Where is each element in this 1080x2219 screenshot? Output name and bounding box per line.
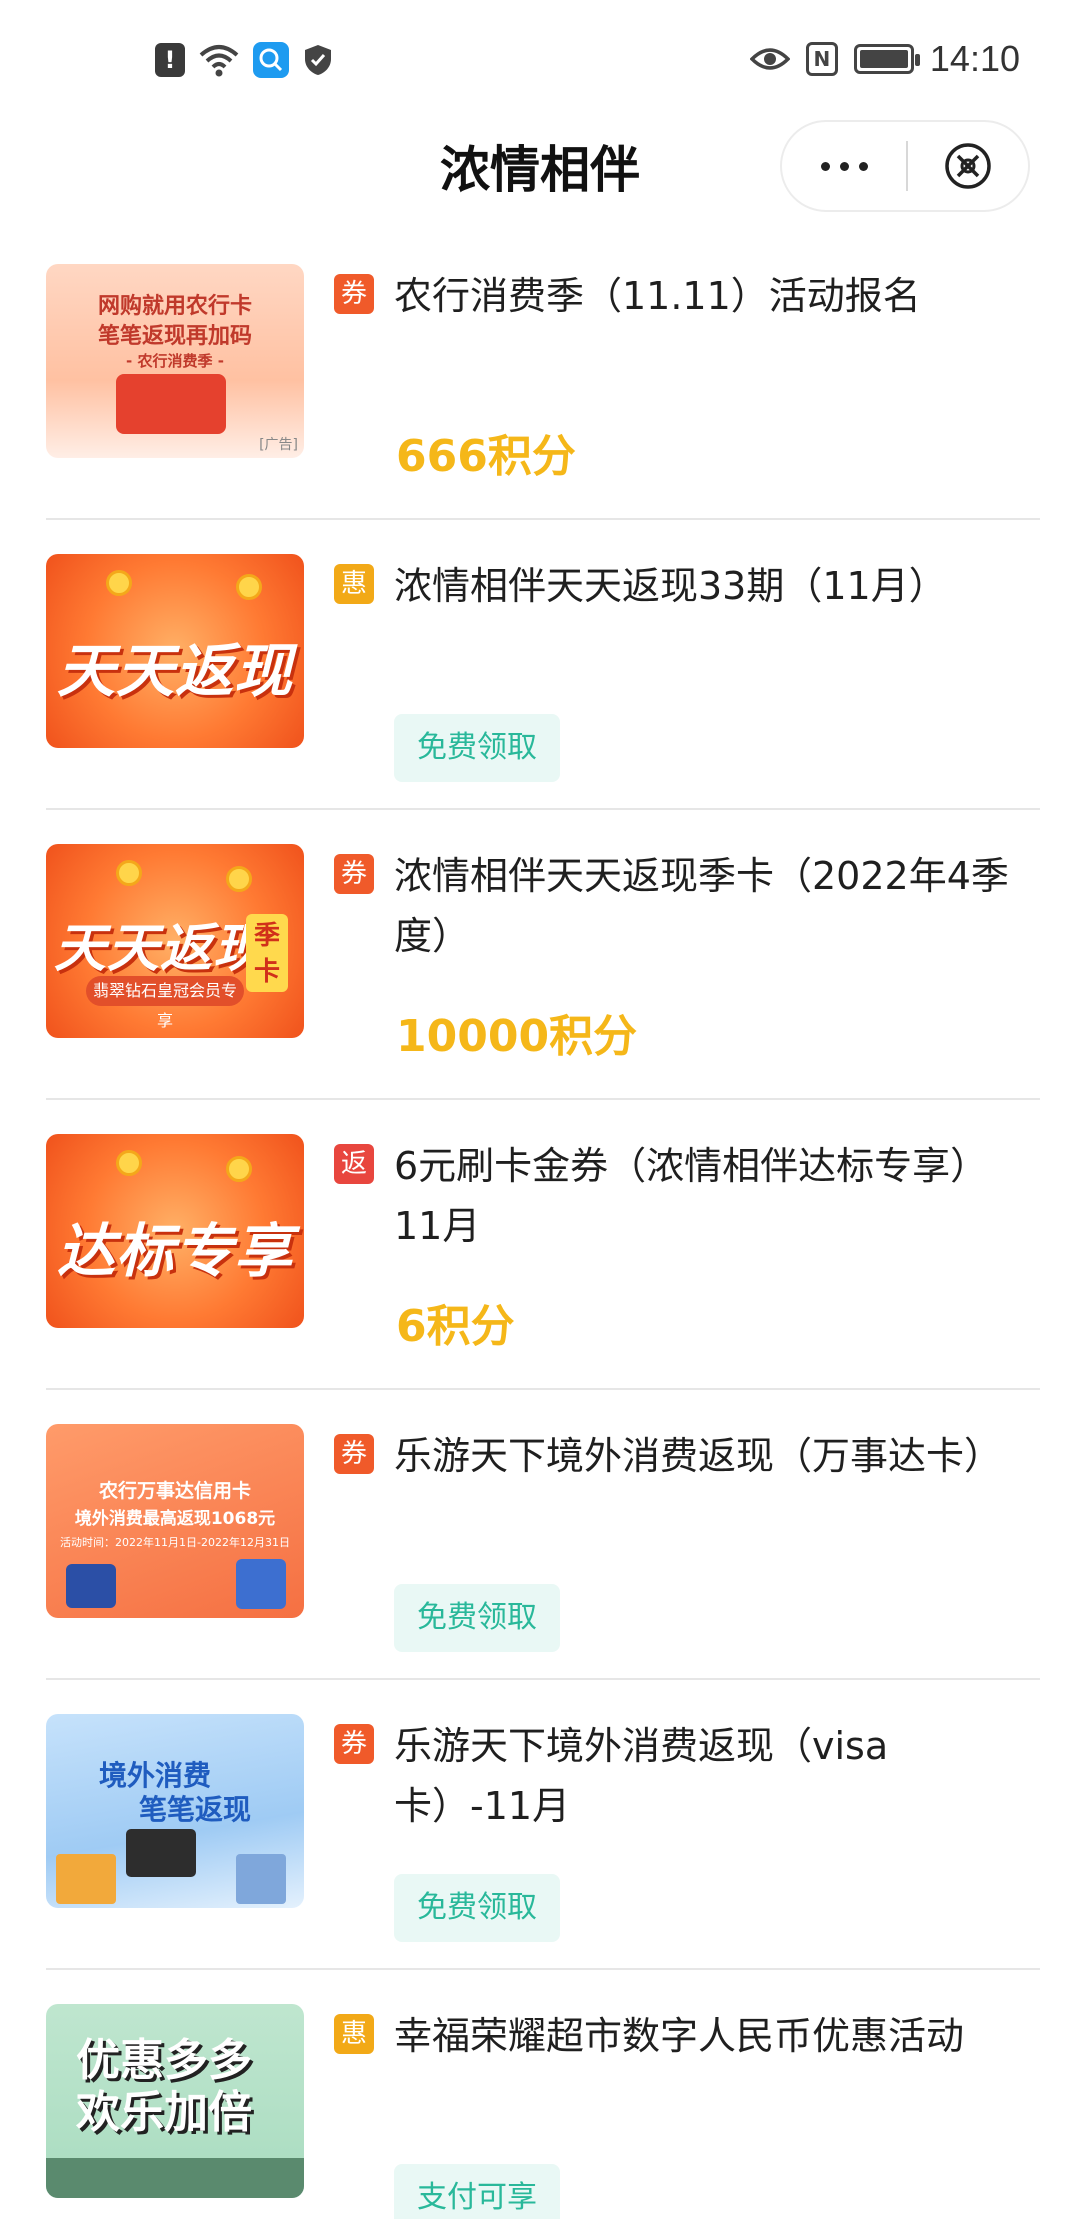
season-badge: 季卡 xyxy=(246,914,288,992)
mini-program-capsule xyxy=(780,120,1030,212)
thumb-text: 达标专享 xyxy=(56,1217,293,1285)
claim-button[interactable]: 免费领取 xyxy=(394,714,560,782)
shield-icon xyxy=(305,45,331,75)
claim-button[interactable]: 免费领取 xyxy=(394,1874,560,1942)
thumb-ribbon: 翡翠钻石皇冠会员专享 xyxy=(86,976,244,1030)
list-item[interactable]: 天天返现 惠 浓情相伴天天返现33期（11月） 免费领取 xyxy=(46,520,1040,810)
pay-benefit-button[interactable]: 支付可享 xyxy=(394,2164,560,2219)
coin-graphic xyxy=(236,574,262,600)
thumb-text: - 农行消费季 - xyxy=(126,352,224,370)
tag-badge: 返 xyxy=(334,1144,374,1184)
activity-list: 网购就用农行卡 笔笔返现再加码 - 农行消费季 - [广告] 券 农行消费季（1… xyxy=(46,230,1040,2219)
tag-badge: 惠 xyxy=(334,564,374,604)
thumb-text: 笔笔返现再加码 xyxy=(97,324,252,349)
list-item[interactable]: 优惠多多 欢乐加倍 惠 幸福荣耀超市数字人民币优惠活动 支付可享 xyxy=(46,1970,1040,2219)
eye-icon xyxy=(749,48,790,70)
item-title: 乐游天下境外消费返现（万事达卡） xyxy=(394,1434,1003,1478)
battery-icon xyxy=(853,44,920,74)
claim-button[interactable]: 免费领取 xyxy=(394,1584,560,1652)
close-button[interactable] xyxy=(908,122,1028,210)
thumb-text: 网购就用农行卡 xyxy=(97,294,252,319)
header: 浓情相伴 xyxy=(0,120,1080,230)
item-title: 幸福荣耀超市数字人民币优惠活动 xyxy=(394,2014,965,2058)
thumb-text: 优惠多多 xyxy=(76,2035,252,2086)
coin-graphic xyxy=(116,1150,142,1176)
nfc-icon: N xyxy=(805,42,838,76)
card-graphic xyxy=(236,1559,286,1609)
item-points: 10000积分 xyxy=(396,1011,638,1062)
envelope-graphic xyxy=(116,374,226,434)
coin-graphic xyxy=(226,1156,252,1182)
status-time: 14:10 xyxy=(929,38,1020,79)
tag-badge: 券 xyxy=(334,274,374,314)
coin-graphic xyxy=(116,860,142,886)
tag-badge: 券 xyxy=(334,1434,374,1474)
card-graphic xyxy=(126,1829,196,1877)
status-left-icons: ! xyxy=(155,42,333,78)
building-graphic xyxy=(236,1854,286,1904)
tag-badge: 券 xyxy=(334,854,374,894)
thumb-text: 天天返现 xyxy=(56,637,293,705)
list-item[interactable]: 天天返现 季卡 翡翠钻石皇冠会员专享 券 浓情相伴天天返现季卡（2022年4季度… xyxy=(46,810,1040,1100)
bag-graphic xyxy=(56,1854,116,1904)
thumb-text: 境外消费最高返现1068元 xyxy=(74,1509,276,1529)
list-item[interactable]: 达标专享 返 6元刷卡金券（浓情相伴达标专享）11月 6积分 xyxy=(46,1100,1040,1390)
thumb-text: 欢乐加倍 xyxy=(76,2087,252,2138)
item-thumbnail: 农行万事达信用卡 境外消费最高返现1068元 活动时间：2022年11月1日-2… xyxy=(46,1424,304,1618)
item-title: 6元刷卡金券（浓情相伴达标专享）11月 xyxy=(394,1144,989,1248)
street-graphic xyxy=(46,2158,304,2198)
coin-graphic xyxy=(106,570,132,596)
thumb-text: 农行万事达信用卡 xyxy=(98,1480,251,1502)
item-thumbnail: 境外消费 笔笔返现 xyxy=(46,1714,304,1908)
tag-badge: 券 xyxy=(334,1724,374,1764)
item-points: 666积分 xyxy=(396,431,576,482)
item-points: 6积分 xyxy=(396,1301,515,1352)
more-dots-icon xyxy=(820,161,830,171)
status-bar: ! N 14:10 xyxy=(0,0,1080,120)
alert-icon: ! xyxy=(155,43,185,77)
item-thumbnail: 达标专享 xyxy=(46,1134,304,1328)
tag-badge: 惠 xyxy=(334,2014,374,2054)
thumb-text: 笔笔返现 xyxy=(138,1793,251,1826)
item-thumbnail: 网购就用农行卡 笔笔返现再加码 - 农行消费季 - [广告] xyxy=(46,264,304,458)
item-thumbnail: 天天返现 季卡 翡翠钻石皇冠会员专享 xyxy=(46,844,304,1038)
status-right-icons: N 14:10 xyxy=(749,38,1020,80)
thumb-text: 活动时间：2022年11月1日-2022年12月31日 xyxy=(60,1536,290,1549)
coin-graphic xyxy=(226,866,252,892)
more-button[interactable] xyxy=(782,122,906,210)
item-title: 乐游天下境外消费返现（visa卡）-11月 xyxy=(394,1724,889,1828)
item-title: 浓情相伴天天返现季卡（2022年4季度） xyxy=(394,854,1009,958)
item-title: 农行消费季（11.11）活动报名 xyxy=(394,274,921,318)
item-thumbnail: 天天返现 xyxy=(46,554,304,748)
search-app-icon xyxy=(253,42,289,78)
list-item[interactable]: 网购就用农行卡 笔笔返现再加码 - 农行消费季 - [广告] 券 农行消费季（1… xyxy=(46,230,1040,520)
wifi-icon xyxy=(199,45,239,77)
card-graphic xyxy=(66,1564,116,1608)
list-item[interactable]: 境外消费 笔笔返现 券 乐游天下境外消费返现（visa卡）-11月 免费领取 xyxy=(46,1680,1040,1970)
item-thumbnail: 优惠多多 欢乐加倍 xyxy=(46,2004,304,2198)
ad-label: [广告] xyxy=(259,437,298,453)
item-title: 浓情相伴天天返现33期（11月） xyxy=(394,564,947,608)
close-circle-icon xyxy=(945,143,991,189)
list-item[interactable]: 农行万事达信用卡 境外消费最高返现1068元 活动时间：2022年11月1日-2… xyxy=(46,1390,1040,1680)
